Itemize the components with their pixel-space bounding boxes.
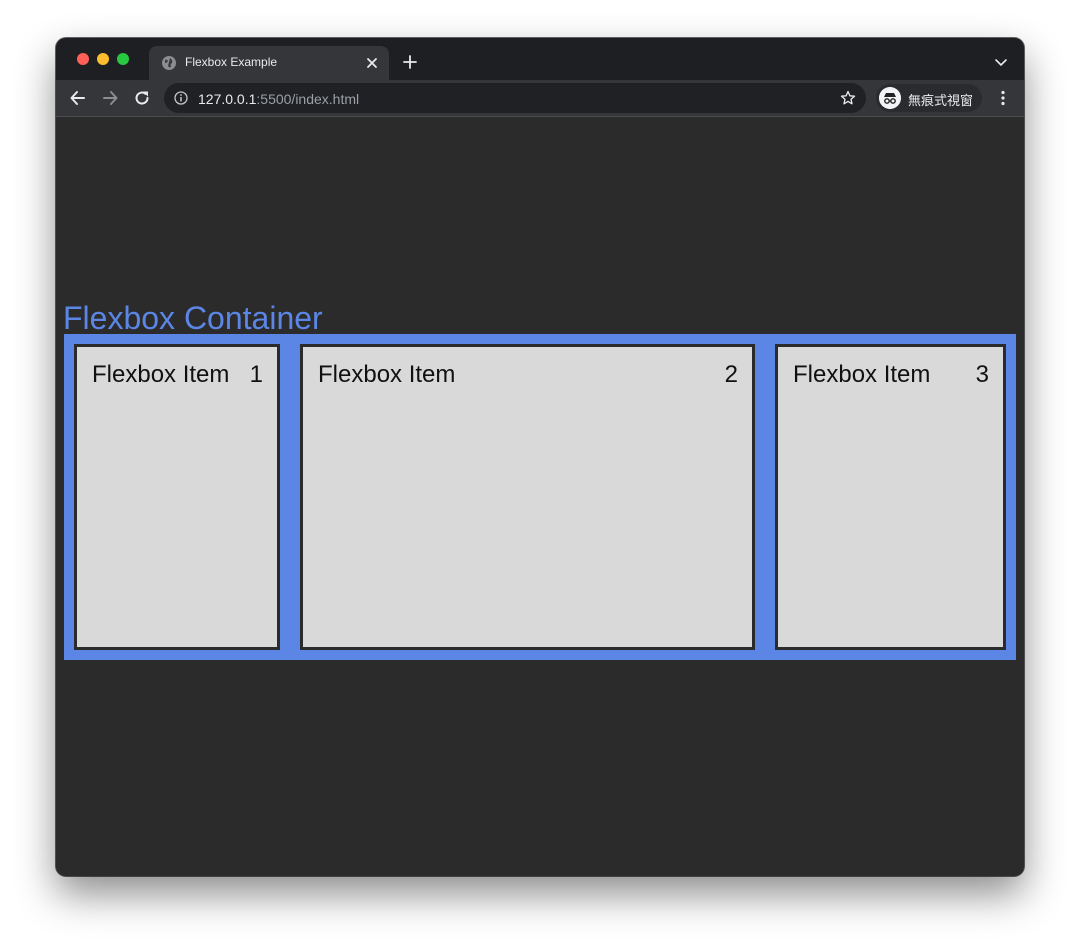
url-host: 127.0.0.1 <box>198 91 257 107</box>
tab-strip: Flexbox Example <box>56 38 1024 80</box>
item-number: 3 <box>975 361 989 388</box>
incognito-label: 無痕式視窗 <box>908 93 974 108</box>
reload-icon[interactable] <box>133 89 151 107</box>
browser-toolbar: 127.0.0.1:5500/index.html 無痕式視窗 <box>56 80 1024 117</box>
tab-flexbox-example[interactable]: Flexbox Example <box>149 46 389 80</box>
star-icon[interactable] <box>840 90 856 106</box>
address-bar[interactable]: 127.0.0.1:5500/index.html <box>164 83 866 113</box>
globe-icon <box>162 56 176 70</box>
incognito-icon <box>879 87 901 109</box>
arrow-left-icon[interactable] <box>69 89 87 107</box>
page-viewport: Flexbox Container Flexbox Item 1 Flexbox… <box>56 117 1024 876</box>
item-label: Flexbox Item <box>793 361 931 388</box>
browser-window: Flexbox Example 127.0.0.1:5500/index.htm… <box>56 38 1024 876</box>
page-title: Flexbox Container <box>63 300 323 336</box>
more-vert-icon[interactable] <box>994 89 1012 107</box>
item-label: Flexbox Item <box>92 361 230 388</box>
item-number: 2 <box>724 361 738 388</box>
url-path: :5500/index.html <box>256 91 360 107</box>
flexbox-container: Flexbox Item 1 Flexbox Item 2 Flexbox It… <box>64 334 1016 660</box>
arrow-right-icon[interactable] <box>101 89 119 107</box>
flexbox-item-1: Flexbox Item 1 <box>74 344 280 650</box>
close-window-button[interactable] <box>77 53 89 65</box>
maximize-window-button[interactable] <box>117 53 129 65</box>
url-text[interactable]: 127.0.0.1:5500/index.html <box>198 91 359 107</box>
close-icon[interactable] <box>365 56 379 70</box>
flexbox-item-3: Flexbox Item 3 <box>775 344 1006 650</box>
incognito-indicator[interactable]: 無痕式視窗 <box>876 84 982 112</box>
minimize-window-button[interactable] <box>97 53 109 65</box>
chevron-down-icon[interactable] <box>994 56 1008 68</box>
tab-title: Flexbox Example <box>185 55 278 69</box>
item-label: Flexbox Item <box>318 361 456 388</box>
info-icon[interactable] <box>174 91 188 105</box>
flexbox-item-2: Flexbox Item 2 <box>300 344 755 650</box>
item-number: 1 <box>249 361 263 388</box>
plus-icon[interactable] <box>402 54 418 70</box>
